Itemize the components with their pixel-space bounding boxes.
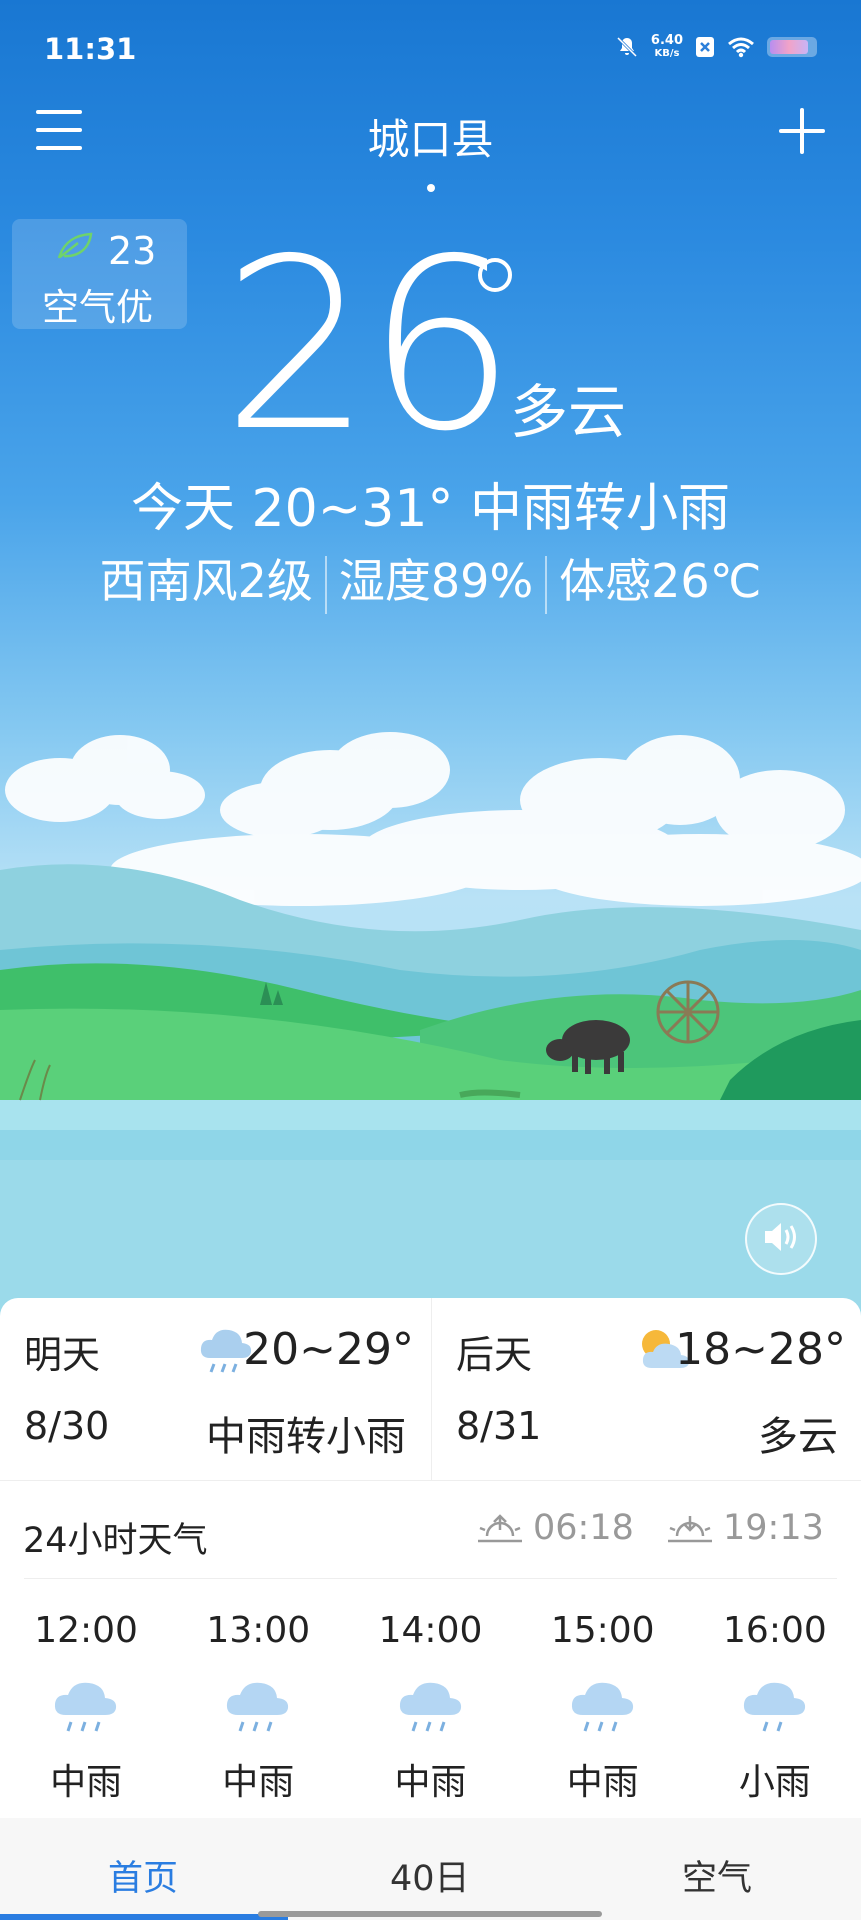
city-title[interactable]: 城口县: [0, 106, 861, 167]
rain-cloud-icon: [227, 1682, 289, 1732]
forecast-tomorrow[interactable]: 明天 20~29° 8/30 中雨转小雨: [0, 1298, 430, 1480]
forecast-date: 8/31: [456, 1404, 542, 1448]
rain-cloud-icon: [571, 1682, 633, 1732]
data-saver-icon: [696, 37, 714, 57]
light-rain-icon: [743, 1682, 805, 1732]
active-tab-indicator: [0, 1914, 288, 1920]
net-speed: 6.40 KB/s: [650, 33, 683, 59]
feels-like-text: 体感26℃: [559, 554, 762, 608]
sunrise-icon: [478, 1514, 522, 1543]
weather-hero: 11:31 6.40 KB/s 城口县 23 空气优 26 多云 今天 20~3…: [0, 0, 861, 1320]
silent-icon: [616, 36, 637, 58]
forecast-range: 18~28°: [675, 1324, 846, 1375]
status-time: 11:31: [44, 32, 137, 66]
hourly-item: 15:00 中雨: [517, 1610, 689, 1820]
hour-time: 12:00: [34, 1610, 138, 1651]
forecast-label: 明天: [24, 1333, 101, 1377]
hour-time: 15:00: [550, 1610, 655, 1651]
sunrise-time: 06:18: [533, 1508, 634, 1548]
tab-home[interactable]: 首页: [108, 1850, 178, 1901]
hour-time: 14:00: [378, 1610, 483, 1651]
hourly-item: 12:00 中雨: [0, 1610, 172, 1820]
hour-desc: 小雨: [738, 1762, 811, 1803]
hour-desc: 中雨: [222, 1762, 295, 1803]
sunset: 19:13: [665, 1508, 824, 1548]
divider: [0, 1480, 861, 1481]
status-icons: 6.40 KB/s: [615, 34, 817, 60]
aqi-value: 23: [108, 229, 157, 273]
hourly-item: 16:00 小雨: [689, 1610, 861, 1820]
landscape-illustration: [0, 732, 861, 1320]
speaker-icon: [765, 1223, 796, 1251]
aqi-text: 空气优: [42, 286, 153, 329]
today-summary: 今天 20~31° 中雨转小雨: [131, 479, 730, 539]
hourly-item: 13:00 中雨: [172, 1610, 344, 1820]
air-quality-badge[interactable]: 23 空气优: [12, 219, 187, 329]
bottom-tab-bar: 首页 40日 空气: [0, 1818, 861, 1920]
add-icon[interactable]: [779, 108, 825, 154]
top-nav: 城口县: [0, 100, 861, 192]
forecast-desc: 中雨转小雨: [206, 1414, 406, 1460]
page-indicator-dot: [427, 184, 435, 192]
hourly-title: 24小时天气: [23, 1521, 208, 1561]
weather-details: 西南风2级 湿度89% 体感26℃: [0, 545, 861, 614]
sunset-time: 19:13: [723, 1508, 824, 1548]
hour-desc: 中雨: [394, 1762, 467, 1803]
hour-time: 16:00: [723, 1610, 827, 1651]
forecast-desc: 多云: [758, 1414, 838, 1460]
hour-desc: 中雨: [50, 1762, 123, 1803]
humidity-text: 湿度89%: [338, 554, 534, 608]
forecast-label: 后天: [456, 1333, 533, 1377]
forecast-range: 20~29°: [243, 1324, 414, 1375]
forecast-day-after[interactable]: 后天 18~28° 8/31 多云: [431, 1298, 861, 1480]
current-temperature: 26: [222, 208, 516, 483]
degree-symbol: [478, 258, 512, 292]
sunrise: 06:18: [475, 1508, 634, 1548]
hourly-item: 14:00 中雨: [344, 1610, 516, 1820]
hour-desc: 中雨: [566, 1762, 639, 1803]
battery-icon: [767, 37, 817, 57]
divider: [24, 1578, 837, 1579]
wind-text: 西南风2级: [99, 554, 313, 608]
status-bar: 11:31 6.40 KB/s: [44, 28, 817, 72]
sunset-icon: [668, 1516, 712, 1543]
rain-cloud-icon: [399, 1682, 461, 1732]
home-indicator[interactable]: [258, 1911, 602, 1917]
current-condition: 多云: [510, 378, 627, 446]
hourly-list[interactable]: 12:00 中雨 13:00 中雨 14:00 中雨 15:00 中雨 16:0…: [0, 1610, 861, 1820]
tab-40-day[interactable]: 40日: [390, 1850, 470, 1901]
hour-time: 13:00: [206, 1610, 311, 1651]
leaf-icon: [57, 232, 93, 259]
sound-button[interactable]: [745, 1203, 817, 1275]
rain-cloud-icon: [55, 1682, 117, 1732]
forecast-date: 8/30: [24, 1404, 110, 1448]
wifi-icon: [728, 37, 754, 58]
tab-air[interactable]: 空气: [682, 1850, 752, 1901]
